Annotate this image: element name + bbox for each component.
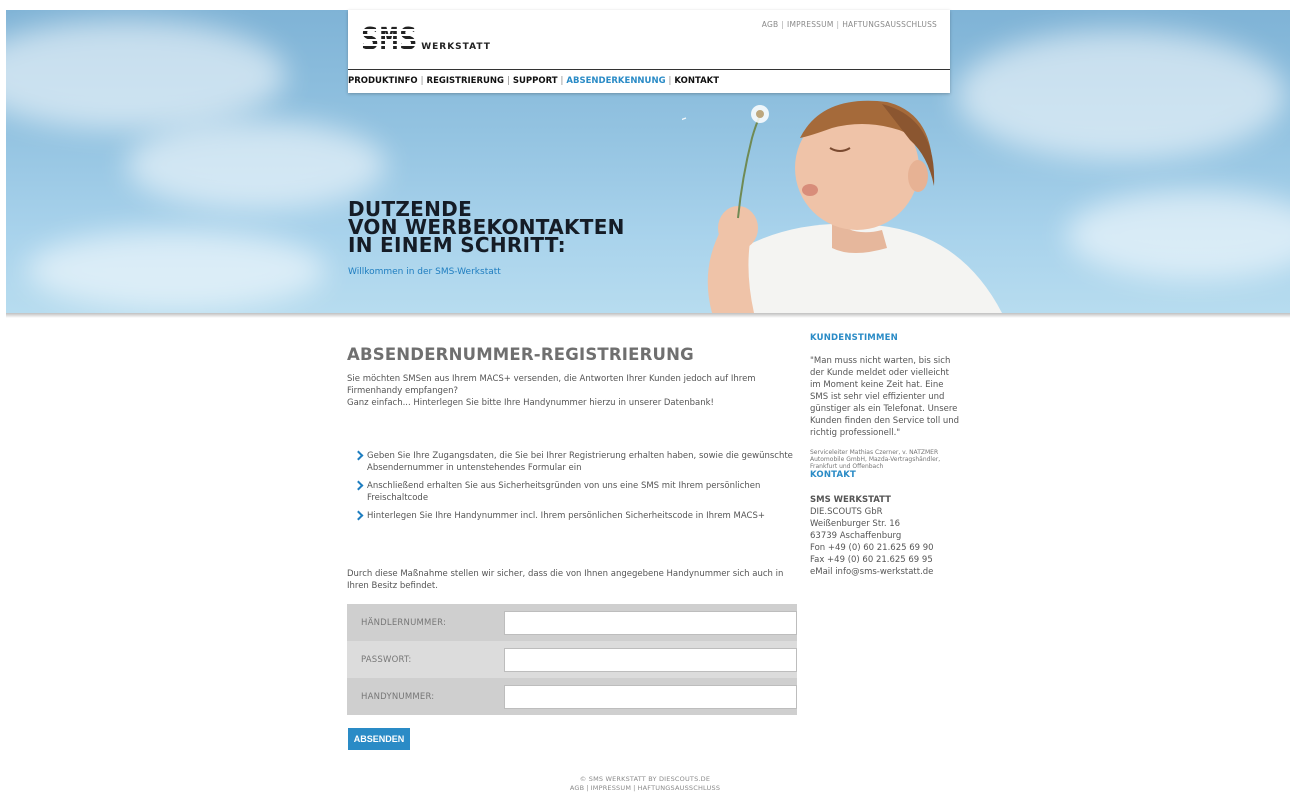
contact-heading: KONTAKT [810,470,857,480]
top-link-impressum[interactable]: IMPRESSUM [787,20,833,29]
contact-line: 63739 Aschaffenburg [810,531,902,541]
step-text: Anschließend erhalten Sie aus Sicherheit… [367,481,761,503]
hero-shadow [6,313,1290,318]
steps-list: Geben Sie Ihre Zugangsdaten, die Sie bei… [353,450,795,530]
contact-line: Fax +49 (0) 60 21.625 69 95 [810,555,933,565]
logo-sms-text: SMS [361,22,419,57]
step-item: Geben Sie Ihre Zugangsdaten, die Sie bei… [353,450,795,474]
footer-link-agb[interactable]: AGB [570,784,584,792]
testimonial-quote: "Man muss nicht warten, bis sich der Kun… [810,356,960,438]
contact-email[interactable]: eMail info@sms-werkstatt.de [810,566,960,578]
cloud-shape [126,120,386,210]
haendlernummer-input[interactable] [503,610,797,635]
top-link-haftungsausschluss[interactable]: HAFTUNGSAUSSCHLUSS [842,20,937,29]
intro-line: Ganz einfach... Hinterlegen Sie bitte Ih… [347,398,714,408]
intro-line: Firmenhandy empfangen? [347,386,459,396]
chevron-right-icon [353,480,364,491]
step-item: Hinterlegen Sie Ihre Handynummer incl. I… [353,510,795,523]
contact-line: Fon +49 (0) 60 21.625 69 90 [810,543,934,553]
cloud-shape [1066,190,1290,280]
chevron-right-icon [353,450,364,461]
footer-link-haftungsausschluss[interactable]: HAFTUNGSAUSSCHLUSS [638,784,721,792]
contact-line: DIE.SCOUTS GbR [810,507,883,517]
contact-line: Weißenburger Str. 16 [810,519,901,529]
step-item: Anschließend erhalten Sie aus Sicherheit… [353,480,795,504]
footer-copyright: © SMS WERKSTATT BY DIESCOUTS.DE [579,775,711,783]
hero-subtitle: Willkommen in der SMS-Werkstatt [348,267,501,277]
absenden-button[interactable]: ABSENDEN [348,728,410,750]
page-title: ABSENDERNUMMER-REGISTRIERUNG [347,345,694,364]
form-row-passwort: PASSWORT: [347,641,797,678]
sidebar: KUNDENSTIMMEN "Man muss nicht warten, bi… [810,333,960,578]
registration-form: HÄNDLERNUMMER: PASSWORT: HANDYNUMMER: [347,604,797,715]
site-header: SMS WERKSTATT AGB | IMPRESSUM | HAFTUNGSAUSS… [348,10,950,93]
step-text: Geben Sie Ihre Zugangsdaten, die Sie bei… [367,451,793,473]
handynummer-label: HANDYNUMMER: [361,691,435,702]
boy-with-dandelion-image [682,100,1002,313]
hero-headline: DUTZENDE VON WERBEKONTAKTEN IN EINEM SCH… [348,199,625,255]
nav-item-absenderkennung[interactable]: ABSENDERKENNUNG [566,76,665,86]
contact-block: SMS WERKSTATT DIE.SCOUTS GbR Weißenburge… [810,494,960,578]
footer-links: AGB | IMPRESSUM | HAFTUNGSAUSSCHLUSS [569,784,721,792]
haendlernummer-label: HÄNDLERNUMMER: [361,617,447,628]
footer-link-impressum[interactable]: IMPRESSUM [591,784,632,792]
form-row-haendlernummer: HÄNDLERNUMMER: [347,604,797,641]
testimonial-source: Serviceleiter Mathias Czerner, v. NATZME… [810,449,941,470]
main-nav: PRODUKTINFO | REGISTRIERUNG | SUPPORT | ABS… [348,76,720,86]
logo-werkstatt-text: WERKSTATT [421,42,491,52]
form-row-handynummer: HANDYNUMMER: [347,678,797,715]
handynummer-input[interactable] [503,684,797,709]
nav-divider [348,69,950,70]
notice-text: Durch diese Maßnahme stellen wir sicher,… [347,569,784,591]
passwort-input[interactable] [503,647,797,672]
intro-text: Sie möchten SMSen aus Ihrem MACS+ versen… [347,373,797,409]
nav-item-produktinfo[interactable]: PRODUKTINFO [348,76,418,86]
top-link-agb[interactable]: AGB [762,20,779,29]
chevron-right-icon [353,510,364,521]
passwort-label: PASSWORT: [361,654,412,665]
testimonials-heading: KUNDENSTIMMEN [810,333,898,343]
main-content: ABSENDERNUMMER-REGISTRIERUNG Sie möchten… [347,345,797,750]
step-text: Hinterlegen Sie Ihre Handynummer incl. I… [367,511,765,521]
intro-line: Sie möchten SMSen aus Ihrem MACS+ versen… [347,374,756,384]
nav-item-kontakt[interactable]: KONTAKT [674,76,719,86]
cloud-shape [6,20,286,130]
nav-item-registrierung[interactable]: REGISTRIERUNG [427,76,504,86]
nav-item-support[interactable]: SUPPORT [513,76,558,86]
cloud-shape [26,230,326,310]
contact-company: SMS WERKSTATT [810,495,891,505]
sms-werkstatt-logo[interactable]: SMS WERKSTATT [361,22,491,57]
site-footer: © SMS WERKSTATT BY DIESCOUTS.DE AGB | IMPR… [0,775,1290,793]
top-links: AGB | IMPRESSUM | HAFTUNGSAUSSCHLUSS [761,20,937,29]
